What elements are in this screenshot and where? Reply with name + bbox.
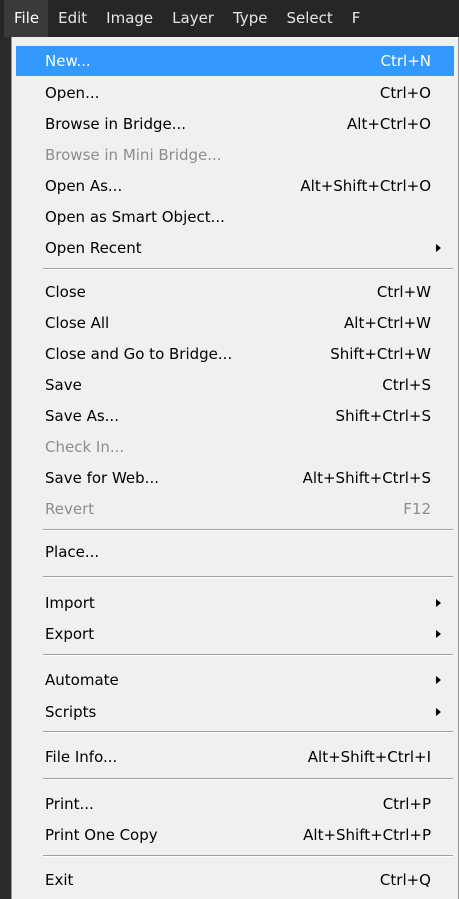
- menu-separator: [43, 529, 453, 531]
- menu-item-shortcut: Alt+Shift+Ctrl+S: [302, 469, 431, 487]
- menu-item-print-one-copy[interactable]: Print One Copy Alt+Shift+Ctrl+P: [16, 820, 454, 850]
- menu-item-export[interactable]: Export: [16, 619, 454, 649]
- menu-item-check-in: Check In...: [16, 432, 454, 462]
- menu-item-label: Print One Copy: [45, 826, 158, 844]
- menu-item-close[interactable]: Close Ctrl+W: [16, 277, 454, 307]
- menu-item-browse-in-mini-bridge: Browse in Mini Bridge...: [16, 140, 454, 170]
- menu-item-label: Browse in Bridge...: [45, 115, 187, 133]
- menu-item-label: Save for Web...: [45, 469, 159, 487]
- menu-separator: [43, 731, 453, 733]
- menu-item-shortcut: Alt+Shift+Ctrl+O: [300, 177, 431, 195]
- menu-separator: [43, 778, 453, 780]
- menu-item-place[interactable]: Place...: [16, 537, 454, 567]
- menu-item-shortcut: Alt+Shift+Ctrl+I: [307, 748, 431, 766]
- menu-item-shortcut: Ctrl+S: [382, 376, 431, 394]
- menu-item-save-for-web[interactable]: Save for Web... Alt+Shift+Ctrl+S: [16, 463, 454, 493]
- menu-type[interactable]: Type: [223, 0, 276, 37]
- menu-separator: [43, 855, 453, 857]
- menu-item-browse-in-bridge[interactable]: Browse in Bridge... Alt+Ctrl+O: [16, 109, 454, 139]
- menu-item-label: Exit: [45, 871, 74, 889]
- menu-item-save-as[interactable]: Save As... Shift+Ctrl+S: [16, 401, 454, 431]
- menu-item-new[interactable]: New... Ctrl+N: [16, 46, 454, 76]
- menu-item-shortcut: Ctrl+P: [382, 795, 431, 813]
- menu-item-label: Close All: [45, 314, 110, 332]
- menu-item-shortcut: Ctrl+Q: [379, 871, 431, 889]
- submenu-arrow-icon: [436, 599, 441, 607]
- submenu-arrow-icon: [436, 630, 441, 638]
- menu-item-open-as-smart-object[interactable]: Open as Smart Object...: [16, 202, 454, 232]
- menu-item-shortcut: Ctrl+W: [376, 283, 431, 301]
- menu-item-label: New...: [45, 52, 91, 70]
- menu-item-label: Print...: [45, 795, 94, 813]
- background-edge: [0, 37, 11, 899]
- menu-layer[interactable]: Layer: [162, 0, 223, 37]
- menu-bar: File Edit Image Layer Type Select F: [0, 0, 459, 37]
- menu-item-import[interactable]: Import: [16, 588, 454, 618]
- menu-item-print[interactable]: Print... Ctrl+P: [16, 789, 454, 819]
- menu-item-label: Revert: [45, 500, 95, 518]
- menu-item-shortcut: Alt+Shift+Ctrl+P: [303, 826, 431, 844]
- menu-item-label: Automate: [45, 671, 119, 689]
- menu-item-label: Import: [45, 594, 95, 612]
- menu-item-label: Browse in Mini Bridge...: [45, 146, 222, 164]
- menu-item-close-and-go-to-bridge[interactable]: Close and Go to Bridge... Shift+Ctrl+W: [16, 339, 454, 369]
- menu-item-label: Open as Smart Object...: [45, 208, 225, 226]
- menu-item-label: Save As...: [45, 407, 119, 425]
- menu-item-label: Place...: [45, 543, 100, 561]
- menu-item-close-all[interactable]: Close All Alt+Ctrl+W: [16, 308, 454, 338]
- menu-item-scripts[interactable]: Scripts: [16, 697, 454, 727]
- menu-item-file-info[interactable]: File Info... Alt+Shift+Ctrl+I: [16, 742, 454, 772]
- menu-item-open[interactable]: Open... Ctrl+O: [16, 78, 454, 108]
- menu-item-shortcut: Shift+Ctrl+W: [330, 345, 431, 363]
- menu-item-shortcut: Ctrl+N: [380, 52, 431, 70]
- menu-edit[interactable]: Edit: [48, 0, 96, 37]
- menu-item-label: Scripts: [45, 703, 97, 721]
- submenu-arrow-icon: [436, 676, 441, 684]
- menu-item-open-as[interactable]: Open As... Alt+Shift+Ctrl+O: [16, 171, 454, 201]
- menu-item-label: File Info...: [45, 748, 118, 766]
- menu-item-label: Open Recent: [45, 239, 142, 257]
- menu-separator: [43, 654, 453, 656]
- menu-item-label: Close: [45, 283, 86, 301]
- menu-item-exit[interactable]: Exit Ctrl+Q: [16, 865, 454, 895]
- menu-item-label: Save: [45, 376, 82, 394]
- menu-file[interactable]: File: [4, 0, 49, 37]
- menu-image[interactable]: Image: [96, 0, 162, 37]
- submenu-arrow-icon: [436, 708, 441, 716]
- menu-item-label: Export: [45, 625, 95, 643]
- file-menu-dropdown: New... Ctrl+N Open... Ctrl+O Browse in B…: [11, 37, 459, 899]
- menu-item-automate[interactable]: Automate: [16, 665, 454, 695]
- submenu-arrow-icon: [436, 244, 441, 252]
- menu-item-label: Close and Go to Bridge...: [45, 345, 233, 363]
- menu-separator: [43, 576, 453, 578]
- menu-item-label: Open...: [45, 84, 100, 102]
- menu-item-shortcut: Shift+Ctrl+S: [335, 407, 431, 425]
- menu-item-shortcut: Alt+Ctrl+O: [347, 115, 431, 133]
- menu-item-label: Check In...: [45, 438, 125, 456]
- menu-item-shortcut: Ctrl+O: [379, 84, 431, 102]
- menu-item-label: Open As...: [45, 177, 123, 195]
- menu-separator: [43, 268, 453, 270]
- menu-item-open-recent[interactable]: Open Recent: [16, 233, 454, 263]
- menu-item-revert: Revert F12: [16, 494, 454, 524]
- menu-filter[interactable]: F: [342, 0, 370, 37]
- menu-item-save[interactable]: Save Ctrl+S: [16, 370, 454, 400]
- menu-select[interactable]: Select: [276, 0, 341, 37]
- menu-item-shortcut: F12: [403, 500, 431, 518]
- menu-item-shortcut: Alt+Ctrl+W: [344, 314, 431, 332]
